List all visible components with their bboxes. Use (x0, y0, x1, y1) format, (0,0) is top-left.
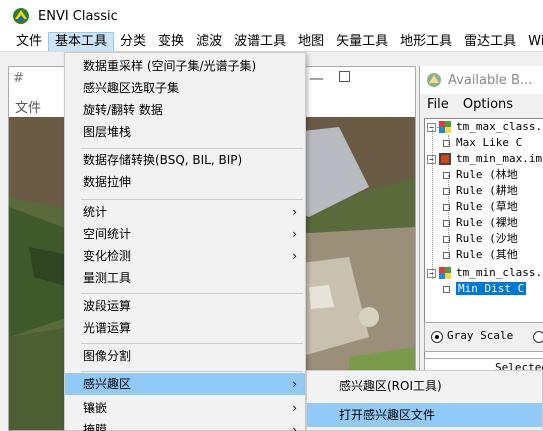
available-bands-titlebar: Available B... (420, 66, 543, 94)
menu-item-rotate-flip[interactable]: 旋转/翻转 数据 (65, 99, 305, 121)
collapse-icon[interactable]: − (427, 154, 436, 164)
tree-node[interactable]: − tm_min_max.im (427, 151, 542, 167)
menu-radar-tools[interactable]: 雷达工具 (458, 32, 522, 51)
menu-separator (81, 293, 303, 294)
roi-submenu: 感兴趣区(ROI工具) 打开感兴趣区文件 (306, 370, 543, 431)
menu-window[interactable]: Wind (522, 32, 543, 51)
band-checkbox-icon (443, 139, 450, 147)
menu-spectral-tools[interactable]: 波谱工具 (228, 32, 292, 51)
tree-leaf[interactable]: Rule (其他 (443, 247, 518, 263)
collapse-icon[interactable]: − (427, 268, 436, 278)
basic-tools-dropdown: 数据重采样 (空间子集/光谱子集) 感兴趣区选取子集 旋转/翻转 数据 图层堆栈… (64, 52, 306, 431)
tree-leaf[interactable]: Rule (耕地 (443, 183, 518, 199)
menu-filter[interactable]: 滤波 (190, 32, 228, 51)
menu-item-layer-stacking[interactable]: 图层堆栈 (65, 121, 305, 143)
menu-map[interactable]: 地图 (292, 32, 330, 51)
tree-node[interactable]: − tm_min_class. (427, 265, 542, 281)
menu-item-convert-data[interactable]: 数据存储转换(BSQ, BIL, BIP) (65, 149, 305, 171)
tree-leaf[interactable]: Rule (林地 (443, 167, 518, 183)
tree-leaf[interactable]: Rule (裸地 (443, 215, 518, 231)
menu-item-statistics[interactable]: 统计 › (65, 201, 305, 223)
app-title: ENVI Classic (38, 8, 118, 24)
gray-scale-label: Gray Scale (447, 329, 514, 342)
display-mode-group: Gray Scale (424, 322, 543, 352)
menu-item-stretch-data[interactable]: 数据拉伸 (65, 171, 305, 193)
available-bands-title: Available B... (448, 72, 533, 88)
minimize-icon[interactable]: — (309, 69, 324, 87)
menu-item-subset-via-roi[interactable]: 感兴趣区选取子集 (65, 77, 305, 99)
menu-item-spatial-statistics[interactable]: 空间统计 › (65, 223, 305, 245)
menu-file[interactable]: File (427, 97, 449, 112)
band-checkbox-icon (443, 187, 450, 195)
menu-vector-tools[interactable]: 矢量工具 (330, 32, 394, 51)
submenu-arrow-icon: › (292, 227, 297, 241)
main-menu-bar: 文件 基本工具 分类 变换 滤波 波谱工具 地图 矢量工具 地形工具 雷达工具 … (0, 32, 543, 52)
menu-item-open-roi-file[interactable]: 打开感兴趣区文件 (307, 403, 542, 427)
envi-logo-icon (427, 73, 441, 87)
menu-item-region-of-interest[interactable]: 感兴趣区 › (65, 373, 305, 395)
menu-file[interactable]: 文件 (0, 32, 48, 51)
available-bands-menu: File Options (420, 94, 543, 116)
band-checkbox-icon (443, 203, 450, 211)
submenu-arrow-icon: › (292, 249, 297, 263)
rule-image-icon (439, 153, 451, 165)
menu-transform[interactable]: 变换 (152, 32, 190, 51)
menu-item-measurement-tool[interactable]: 量测工具 (65, 267, 305, 289)
gray-scale-radio[interactable] (431, 331, 443, 343)
image-window-title: # (13, 71, 24, 86)
menu-classification[interactable]: 分类 (114, 32, 152, 51)
submenu-arrow-icon: › (292, 377, 297, 391)
tree-leaf-selected[interactable]: Min Dist C (443, 281, 527, 297)
tree-node[interactable]: − tm_max_class. (427, 119, 542, 135)
band-checkbox-icon (443, 219, 450, 227)
title-bar: ENVI Classic (0, 0, 543, 32)
submenu-arrow-icon: › (292, 205, 297, 219)
band-checkbox-icon (443, 171, 450, 179)
menu-options[interactable]: Options (463, 97, 513, 112)
class-image-icon (439, 267, 451, 279)
menu-item-spectral-math[interactable]: 光谱运算 (65, 317, 305, 339)
menu-item-band-math[interactable]: 波段运算 (65, 295, 305, 317)
class-image-icon (439, 121, 451, 133)
menu-item-mosaicking[interactable]: 镶嵌 › (65, 397, 305, 419)
menu-separator (81, 371, 303, 372)
maximize-icon[interactable] (339, 71, 350, 82)
menu-item-masking[interactable]: 掩膜 › (65, 419, 305, 431)
collapse-icon[interactable]: − (427, 122, 436, 132)
menu-separator (81, 199, 303, 200)
menu-item-segmentation[interactable]: 图像分割 (65, 345, 305, 367)
tree-leaf[interactable]: Rule (草地 (443, 199, 518, 215)
menu-basic-tools[interactable]: 基本工具 (48, 32, 115, 51)
submenu-arrow-icon: › (292, 401, 297, 415)
submenu-arrow-icon: › (292, 423, 297, 431)
menu-item-roi-tool[interactable]: 感兴趣区(ROI工具) (307, 374, 542, 398)
envi-logo-icon (13, 8, 29, 24)
tree-leaf[interactable]: Max Like C (443, 135, 522, 151)
band-checkbox-icon (443, 285, 450, 293)
rgb-color-radio[interactable] (533, 331, 543, 343)
menu-topographic-tools[interactable]: 地形工具 (394, 32, 458, 51)
band-checkbox-icon (443, 251, 450, 259)
menu-item-change-detection[interactable]: 变化检测 › (65, 245, 305, 267)
menu-item-resize-data[interactable]: 数据重采样 (空间子集/光谱子集) (65, 55, 305, 77)
tree-leaf[interactable]: Rule (沙地 (443, 231, 518, 247)
menu-separator (81, 343, 303, 344)
band-checkbox-icon (443, 235, 450, 243)
image-window-menu-file[interactable]: 文件 (9, 97, 41, 117)
